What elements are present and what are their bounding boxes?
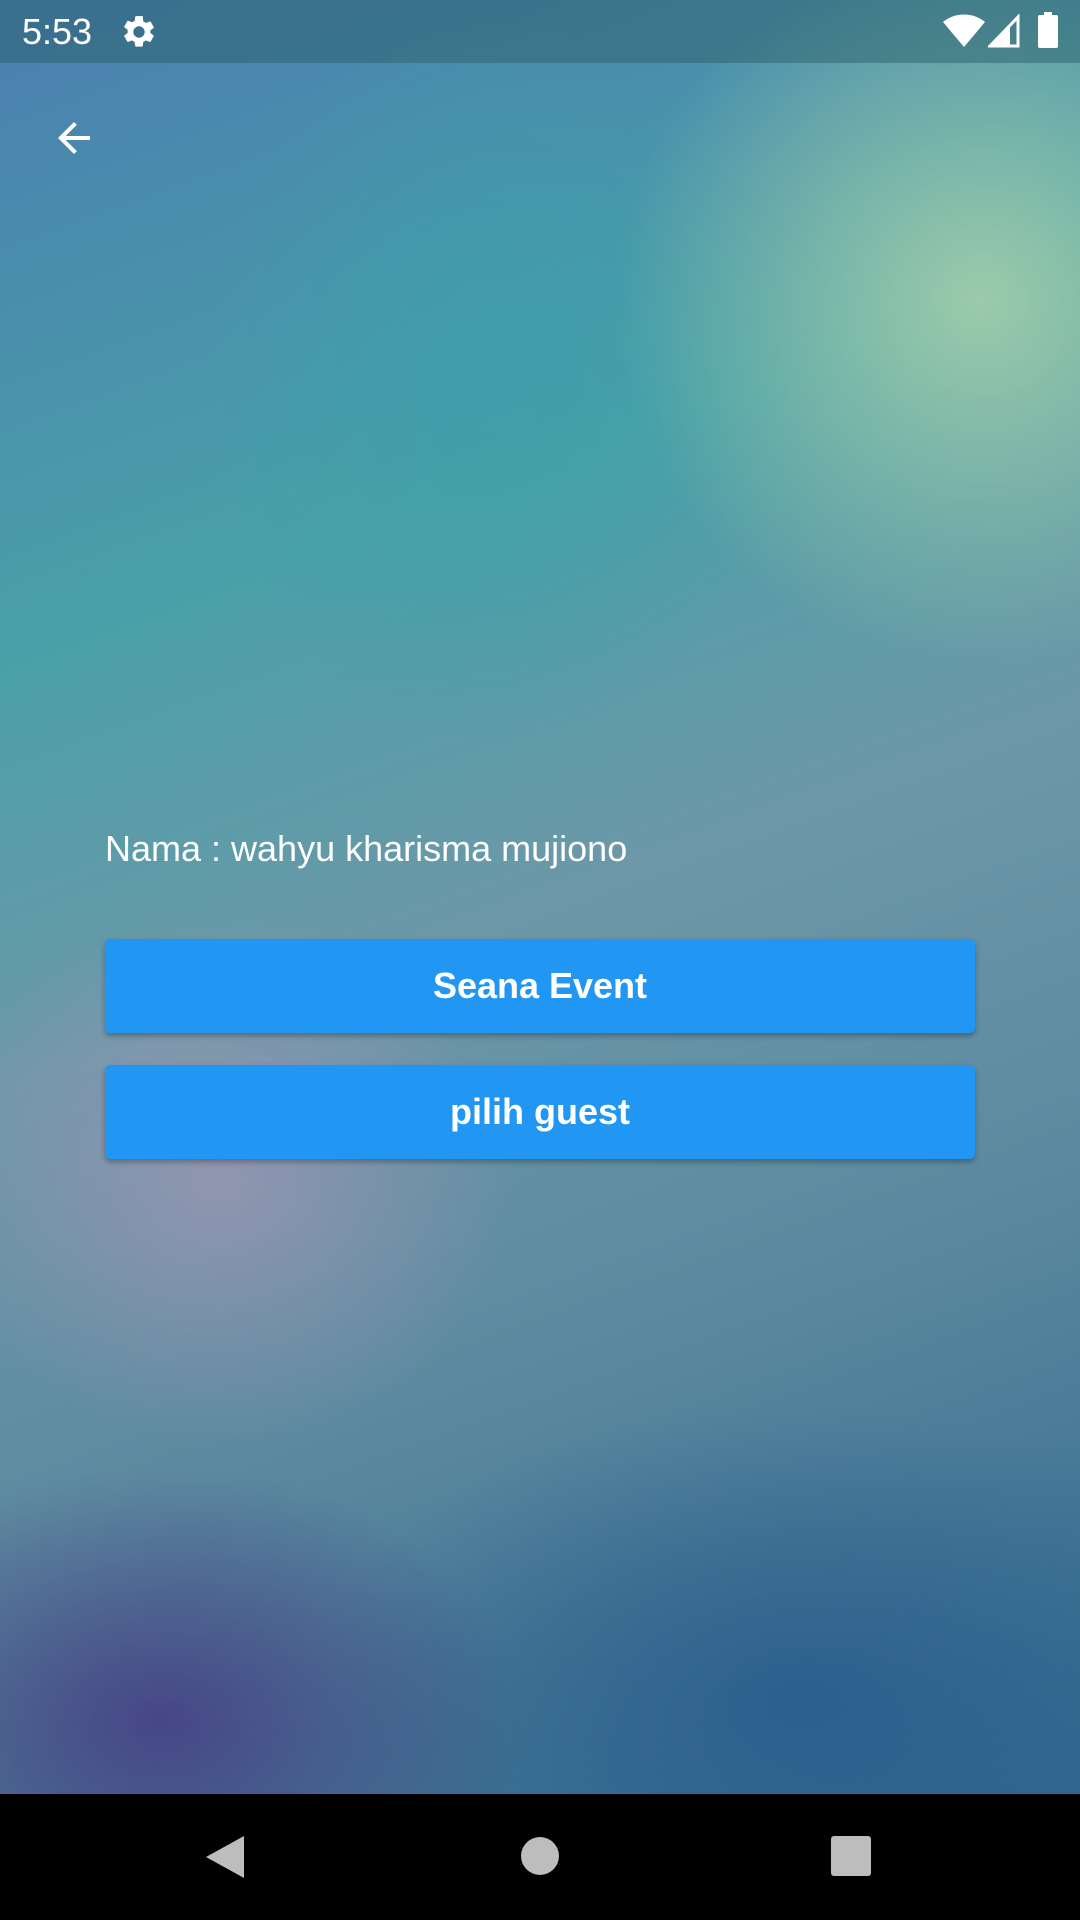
arrow-left-icon	[58, 122, 90, 154]
status-time: 5:53	[22, 11, 93, 52]
back-button[interactable]	[36, 100, 112, 176]
nav-recents-icon[interactable]	[831, 1836, 871, 1876]
signal-icon	[988, 14, 1020, 48]
status-bar: 5:53	[0, 0, 1080, 63]
pilih-guest-button[interactable]: pilih guest	[105, 1065, 975, 1159]
nav-home-icon[interactable]	[520, 1836, 560, 1876]
seana-event-button-label: Seana Event	[432, 965, 648, 1006]
name-label: Nama : wahyu kharisma mujiono	[105, 828, 628, 869]
pilih-guest-button-label: pilih guest	[450, 1091, 630, 1132]
navigation-bar	[0, 1794, 1080, 1920]
wifi-icon	[943, 14, 985, 47]
seana-event-button[interactable]: Seana Event	[105, 939, 975, 1033]
background	[0, 0, 1080, 1794]
battery-icon	[1038, 12, 1058, 48]
nav-back-icon[interactable]	[204, 1834, 246, 1880]
gear-icon	[124, 16, 154, 47]
